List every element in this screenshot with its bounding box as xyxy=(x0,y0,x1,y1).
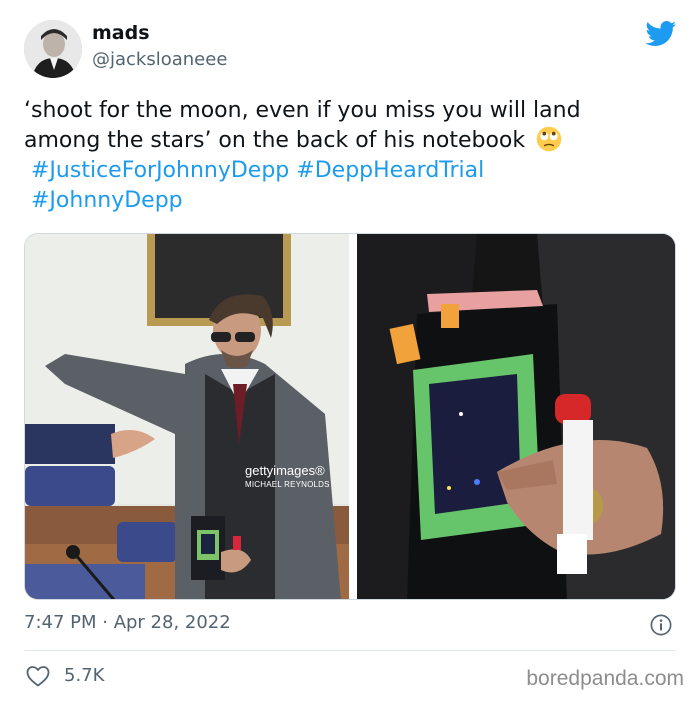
notebook-closeup-photo[interactable] xyxy=(357,234,675,599)
media-gutter xyxy=(349,234,357,599)
heart-outline-icon[interactable] xyxy=(26,665,50,687)
info-icon[interactable] xyxy=(650,614,672,636)
tweet-text: ‘shoot for the moon, even if you miss yo… xyxy=(24,96,674,216)
tweet-text-line-2: among the stars’ on the back of his note… xyxy=(24,128,526,153)
notebook-closeup-image xyxy=(357,234,675,599)
like-count[interactable]: 5.7K xyxy=(64,665,104,686)
tweet-timestamp[interactable]: 7:47 PM · Apr 28, 2022 xyxy=(24,612,231,633)
divider xyxy=(24,650,676,651)
avatar-image xyxy=(24,20,82,78)
hashtag-johnny-depp[interactable]: #JohnnyDepp xyxy=(31,188,183,213)
hashtag-depp-heard-trial[interactable]: #DeppHeardTrial xyxy=(296,158,484,183)
display-name[interactable]: mads xyxy=(92,22,150,44)
getty-watermark: gettyimages® MICHAEL REYNOLDS xyxy=(245,464,330,492)
getty-brand: gettyimages® xyxy=(245,463,325,478)
twitter-bird-icon[interactable] xyxy=(645,21,677,47)
avatar[interactable] xyxy=(24,20,82,78)
getty-credit: MICHAEL REYNOLDS xyxy=(245,480,330,489)
courtroom-photo[interactable]: gettyimages® MICHAEL REYNOLDS xyxy=(25,234,349,599)
face-with-rolling-eyes-emoji xyxy=(536,126,562,152)
user-handle[interactable]: @jacksloaneee xyxy=(92,49,227,70)
courtroom-photo-image xyxy=(25,234,349,599)
tweet-media[interactable]: gettyimages® MICHAEL REYNOLDS xyxy=(24,233,676,600)
boredpanda-watermark: boredpanda.com xyxy=(526,667,684,690)
tweet-text-line-1: ‘shoot for the moon, even if you miss yo… xyxy=(24,98,581,123)
hashtag-justice-for-johnny-depp[interactable]: #JusticeForJohnnyDepp xyxy=(31,158,289,183)
